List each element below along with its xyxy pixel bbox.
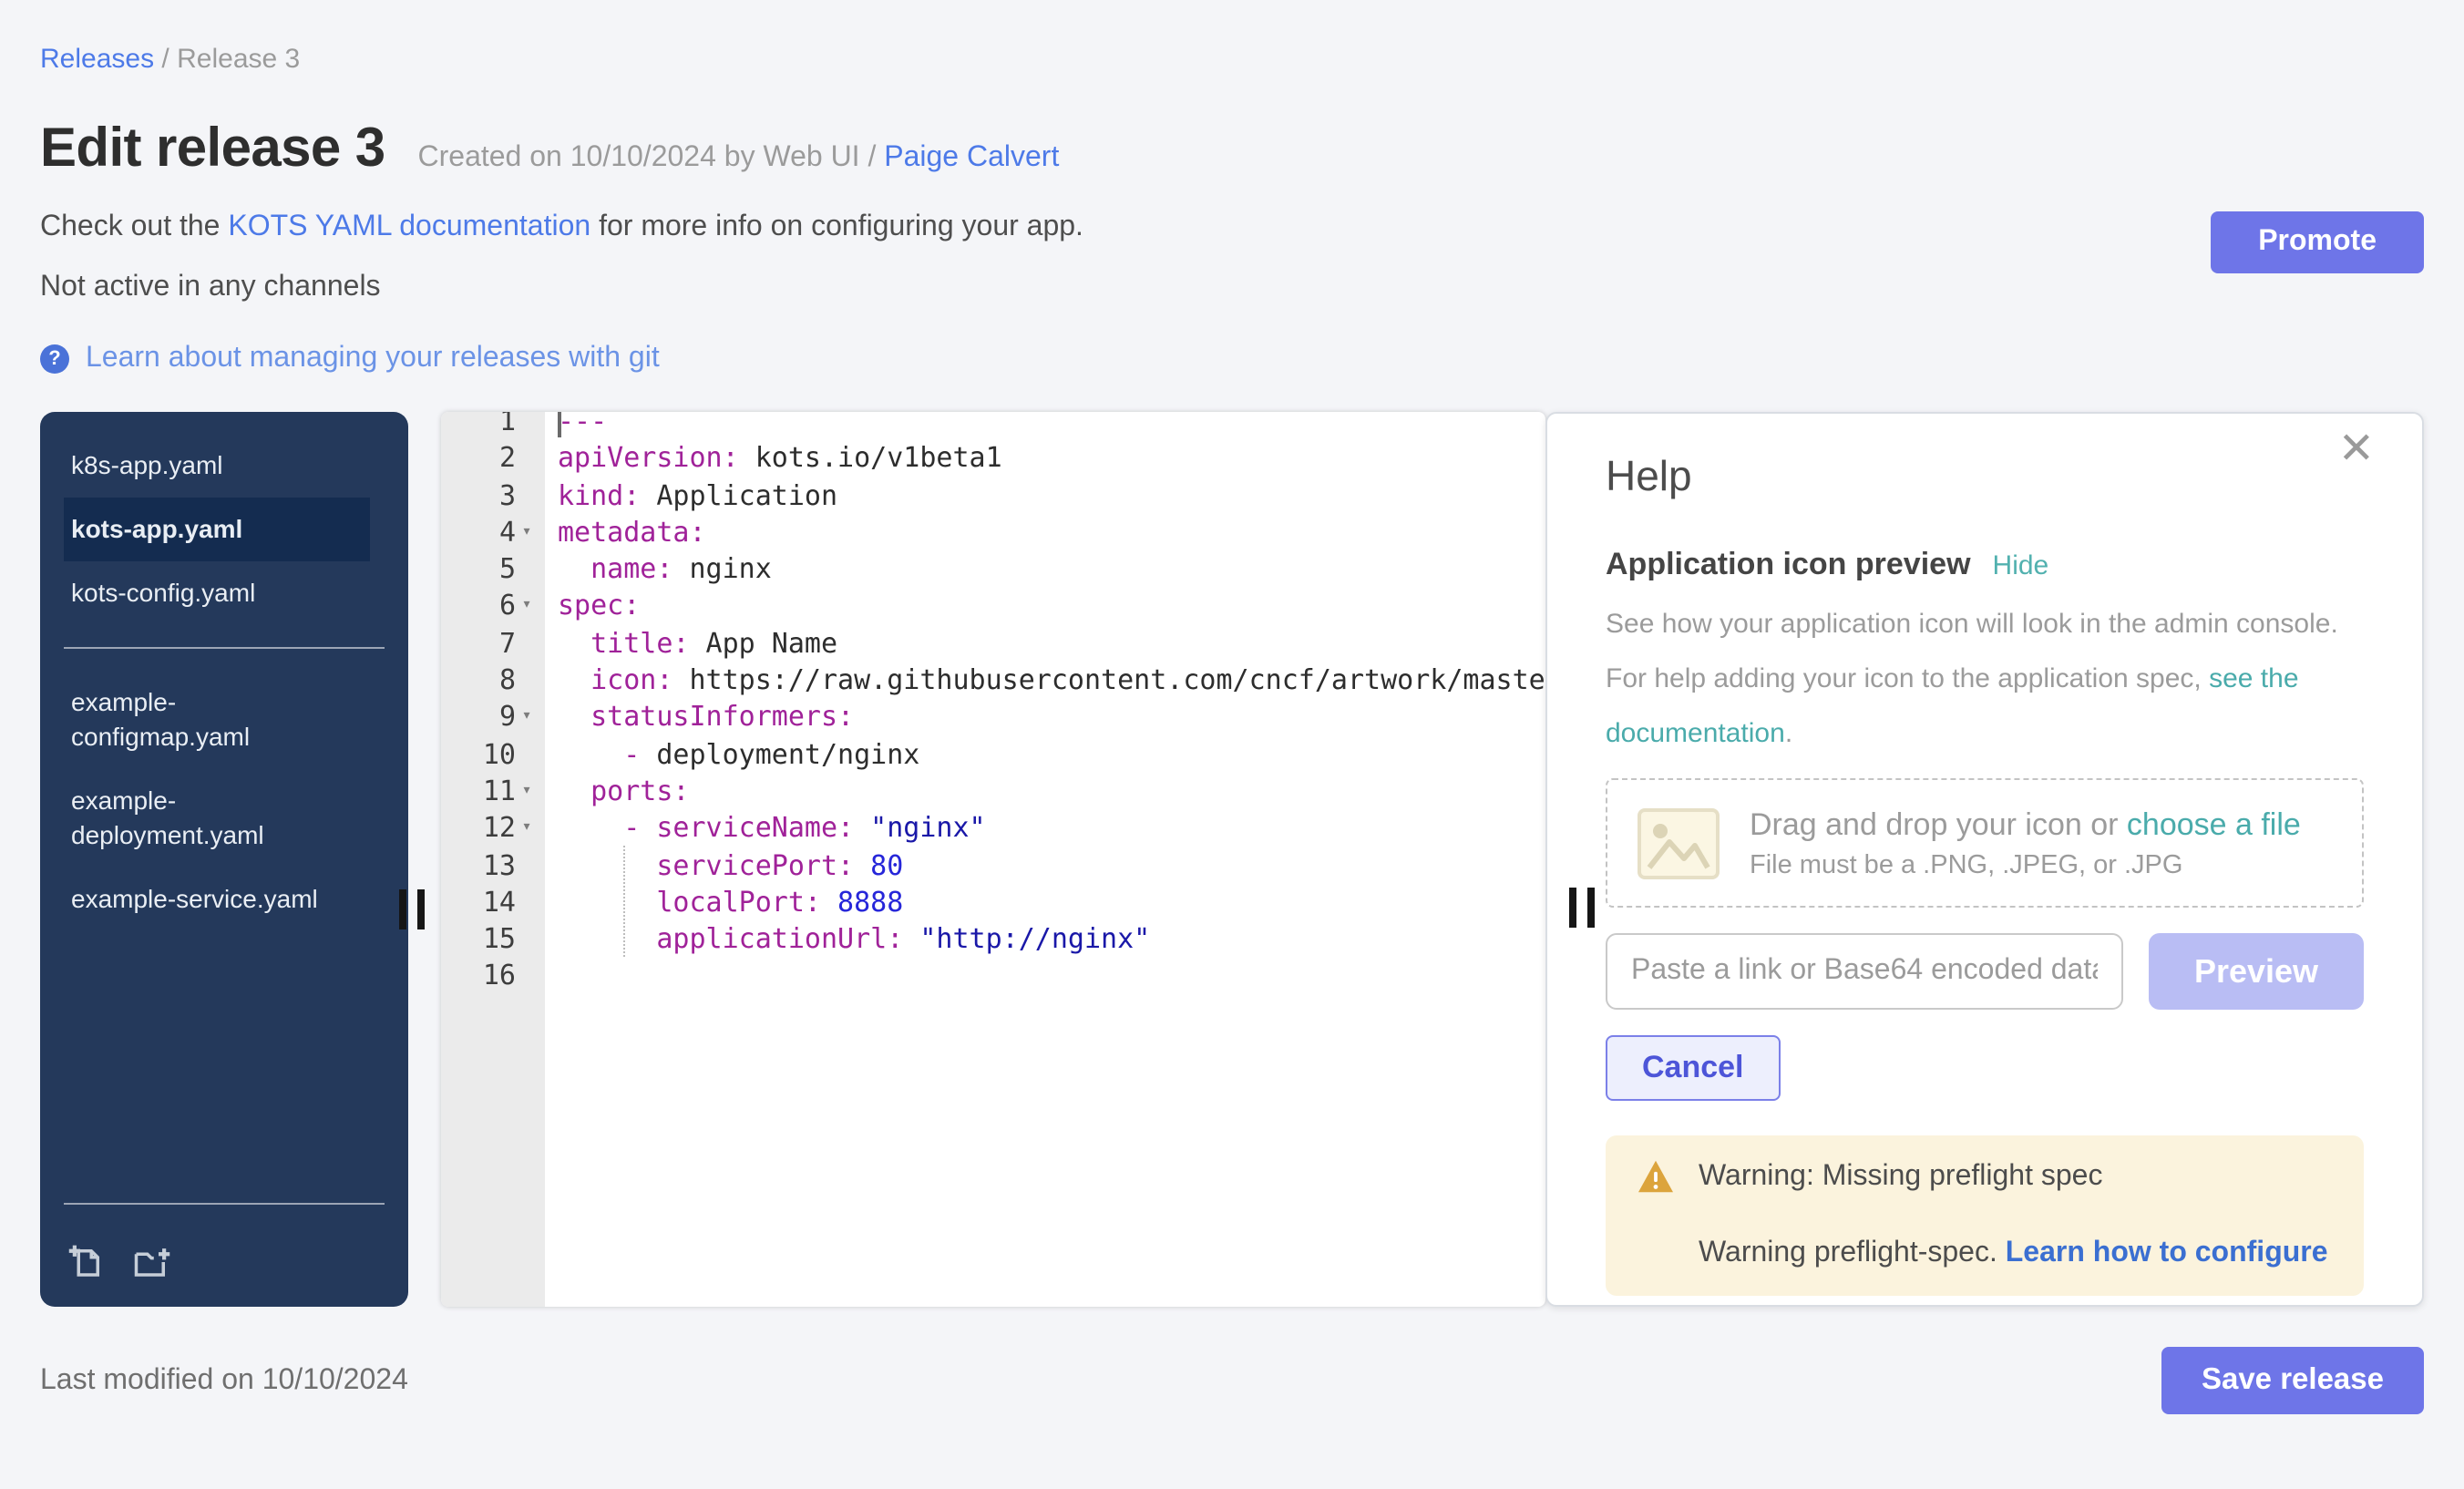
sidebar-footer-divider [64, 1203, 385, 1205]
file-item[interactable]: kots-config.yaml [64, 561, 370, 625]
created-text: Created on 10/10/2024 by Web UI / [418, 142, 885, 173]
code-line[interactable]: statusInformers: [558, 699, 1545, 736]
code-line[interactable]: applicationUrl: "http://nginx" [558, 920, 1545, 958]
choose-file-link[interactable]: choose a file [2127, 806, 2301, 841]
gutter-line-number[interactable]: 16 [441, 958, 545, 995]
gutter-line-number[interactable]: 12▾ [441, 810, 545, 847]
dropzone-file-types: File must be a .PNG, .JPEG, or .JPG [1750, 850, 2301, 879]
icon-dropzone[interactable]: Drag and drop your icon or choose a file… [1606, 778, 2364, 908]
hide-link[interactable]: Hide [1993, 550, 2049, 581]
fold-arrow-icon[interactable]: ▾ [516, 588, 538, 625]
icon-url-input[interactable] [1606, 933, 2123, 1010]
preview-button[interactable]: Preview [2149, 933, 2364, 1010]
code-line[interactable]: ports: [558, 773, 1545, 810]
promote-button[interactable]: Promote [2211, 211, 2424, 273]
gutter-line-number[interactable]: 4▾ [441, 514, 545, 551]
cancel-button[interactable]: Cancel [1606, 1035, 1781, 1101]
icon-preview-description: See how your application icon will look … [1606, 598, 2364, 762]
fold-arrow-icon[interactable]: ▾ [516, 810, 538, 847]
new-file-icon[interactable] [67, 1243, 106, 1281]
gutter-line-number[interactable]: 1 [441, 412, 545, 440]
icon-preview-section-title: Application icon preview [1606, 547, 1971, 583]
code-line[interactable]: - serviceName: "nginx" [558, 810, 1545, 847]
kots-yaml-doc-link[interactable]: KOTS YAML documentation [228, 211, 590, 242]
sidebar-footer [40, 1227, 408, 1307]
yaml-editor[interactable]: 1234▾56▾789▾1011▾12▾13141516 ---apiVersi… [441, 412, 1545, 1307]
gutter-line-number[interactable]: 8 [441, 662, 545, 699]
code-line[interactable]: title: App Name [558, 625, 1545, 662]
code-line[interactable]: metadata: [558, 514, 1545, 551]
close-icon[interactable]: ✕ [2338, 428, 2375, 472]
fold-arrow-icon[interactable]: ▾ [516, 773, 538, 810]
file-list-primary: k8s-app.yamlkots-app.yamlkots-config.yam… [64, 434, 385, 625]
panel-resize-handle-right[interactable] [1569, 888, 1595, 928]
editor-code-area[interactable]: ---apiVersion: kots.io/v1beta1kind: Appl… [545, 412, 1545, 1307]
code-line[interactable] [558, 958, 1545, 995]
panel-resize-handle-left[interactable] [399, 889, 425, 929]
description-period: . [1785, 718, 1792, 749]
breadcrumb-releases-link[interactable]: Releases [40, 44, 154, 75]
file-sidebar: k8s-app.yamlkots-app.yamlkots-config.yam… [40, 412, 408, 1307]
author-link[interactable]: Paige Calvert [884, 142, 1059, 173]
learn-configure-link[interactable]: Learn how to configure [2006, 1237, 2328, 1268]
footer-bar: Last modified on 10/10/2024 Save release [40, 1347, 2424, 1414]
channel-status: Not active in any channels [40, 272, 2424, 304]
created-info: Created on 10/10/2024 by Web UI / Paige … [418, 142, 1060, 175]
code-line[interactable]: spec: [558, 588, 1545, 625]
git-help-row[interactable]: ? Learn about managing your releases wit… [40, 343, 2424, 375]
doc-hint: Check out the KOTS YAML documentation fo… [40, 211, 2424, 244]
breadcrumb-current: Release 3 [177, 44, 300, 75]
warning-icon [1637, 1159, 1675, 1194]
help-panel: ✕ Help Application icon preview Hide See… [1545, 412, 2424, 1307]
fold-arrow-icon[interactable]: ▾ [516, 699, 538, 736]
save-release-button[interactable]: Save release [2161, 1347, 2424, 1414]
code-line[interactable]: kind: Application [558, 477, 1545, 514]
code-line[interactable]: localPort: 8888 [558, 884, 1545, 921]
doc-hint-prefix: Check out the [40, 211, 228, 242]
dropzone-text: Drag and drop your icon or [1750, 806, 2127, 841]
file-item[interactable]: k8s-app.yaml [64, 434, 370, 498]
gutter-line-number[interactable]: 7 [441, 625, 545, 662]
gutter-line-number[interactable]: 11▾ [441, 773, 545, 810]
sidebar-divider [64, 647, 385, 649]
warning-detail: Warning preflight-spec. [1699, 1237, 2006, 1268]
file-list-secondary: example-configmap.yamlexample-deployment… [64, 671, 385, 931]
code-line[interactable]: - deployment/nginx [558, 735, 1545, 773]
breadcrumb-separator: / [154, 44, 177, 75]
release-workspace: k8s-app.yamlkots-app.yamlkots-config.yam… [40, 412, 2424, 1307]
editor-gutter: 1234▾56▾789▾1011▾12▾13141516 [441, 412, 545, 1307]
file-item[interactable]: example-service.yaml [64, 868, 370, 931]
file-item[interactable]: example-deployment.yaml [64, 769, 370, 868]
code-line[interactable]: icon: https://raw.githubusercontent.com/… [558, 662, 1545, 699]
gutter-line-number[interactable]: 14 [441, 884, 545, 921]
edit-release-page: Releases / Release 3 Edit release 3 Crea… [0, 0, 2464, 1489]
preflight-warning-box: Warning: Missing preflight spec Warning … [1606, 1135, 2364, 1296]
gutter-line-number[interactable]: 13 [441, 847, 545, 884]
git-help-link[interactable]: Learn about managing your releases with … [86, 343, 660, 375]
gutter-line-number[interactable]: 5 [441, 550, 545, 588]
new-folder-icon[interactable] [131, 1243, 173, 1281]
code-line[interactable]: name: nginx [558, 550, 1545, 588]
indent-guide [623, 846, 625, 957]
gutter-line-number[interactable]: 10 [441, 735, 545, 773]
warning-title: Warning: Missing preflight spec [1699, 1160, 2102, 1193]
gutter-line-number[interactable]: 3 [441, 477, 545, 514]
gutter-line-number[interactable]: 9▾ [441, 699, 545, 736]
gutter-line-number[interactable]: 6▾ [441, 588, 545, 625]
gutter-line-number[interactable]: 15 [441, 920, 545, 958]
image-placeholder-icon [1637, 806, 1720, 879]
doc-hint-suffix: for more info on configuring your app. [590, 211, 1083, 242]
question-icon: ? [40, 344, 69, 374]
code-line[interactable]: --- [558, 412, 1545, 440]
last-modified-text: Last modified on 10/10/2024 [40, 1364, 408, 1397]
code-line[interactable]: apiVersion: kots.io/v1beta1 [558, 440, 1545, 478]
page-title: Edit release 3 [40, 118, 385, 180]
gutter-line-number[interactable]: 2 [441, 440, 545, 478]
file-item[interactable]: example-configmap.yaml [64, 671, 370, 769]
file-item[interactable]: kots-app.yaml [64, 498, 370, 561]
breadcrumb: Releases / Release 3 [40, 44, 2424, 75]
code-line[interactable]: servicePort: 80 [558, 847, 1545, 884]
help-panel-title: Help [1606, 452, 2364, 501]
fold-arrow-icon[interactable]: ▾ [516, 514, 538, 551]
